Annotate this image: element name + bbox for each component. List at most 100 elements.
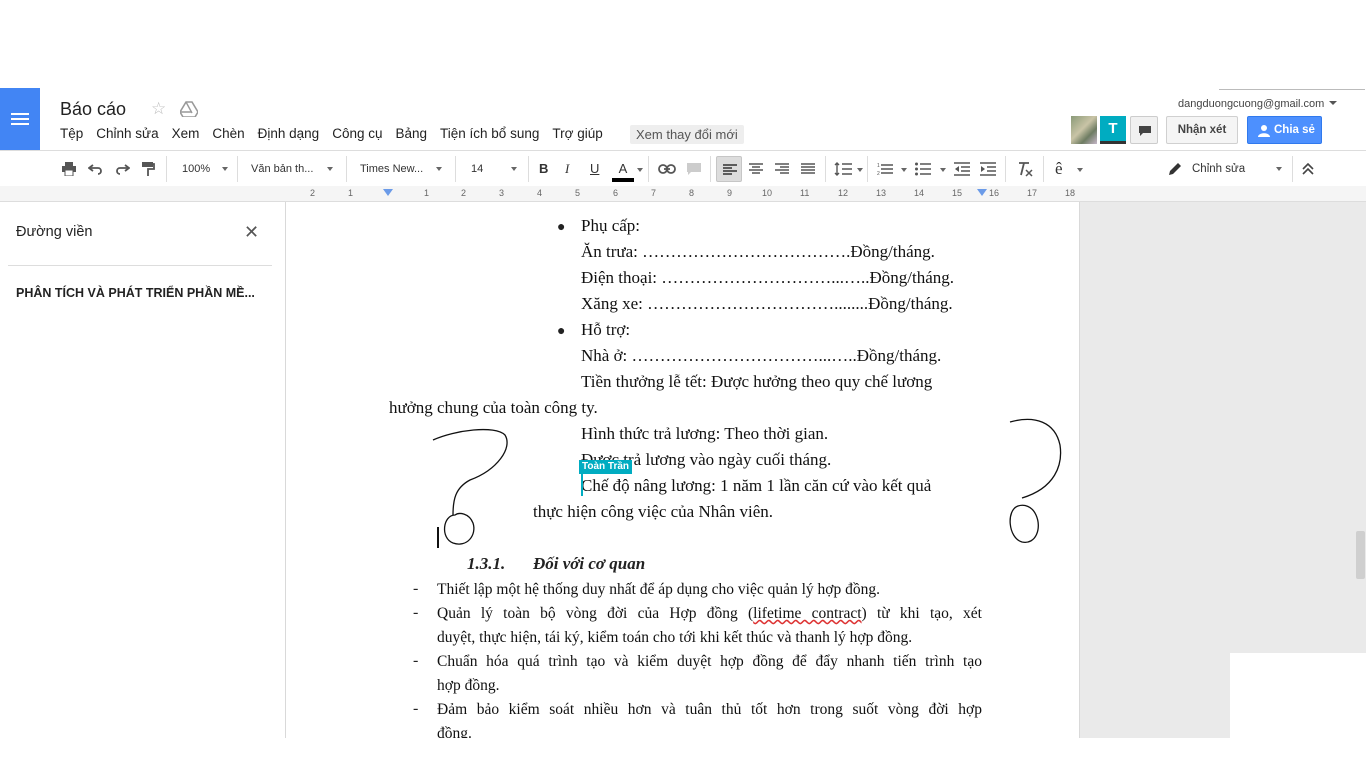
scrollbar-thumb[interactable] xyxy=(1356,531,1365,579)
viewer-avatar[interactable] xyxy=(1071,116,1097,144)
drawn-question-mark xyxy=(432,428,508,545)
doc-list-item: hợp đồng. xyxy=(437,677,500,694)
align-center-icon[interactable] xyxy=(749,159,763,179)
menu-edit[interactable]: Chỉnh sửa xyxy=(96,126,158,141)
chevron-down-icon xyxy=(1276,167,1282,171)
chevron-down-icon xyxy=(436,167,442,171)
toolbar-separator xyxy=(648,156,649,182)
comment-icon xyxy=(1139,126,1151,136)
numbered-list-icon[interactable]: 12 xyxy=(877,159,893,179)
menu-table[interactable]: Bảng xyxy=(396,126,428,141)
input-tools-button[interactable]: ê xyxy=(1055,159,1063,179)
chevron-down-icon[interactable] xyxy=(637,168,643,172)
ruler-left-indent-marker[interactable] xyxy=(383,189,393,196)
italic-button[interactable]: I xyxy=(565,159,569,179)
zoom-select[interactable]: 100% xyxy=(182,159,228,179)
star-icon[interactable]: ☆ xyxy=(151,99,166,119)
print-icon[interactable] xyxy=(62,159,76,179)
toolbar-separator xyxy=(237,156,238,182)
font-family-value: Times New... xyxy=(360,163,424,175)
link-icon[interactable] xyxy=(658,159,676,179)
bulleted-list-icon[interactable] xyxy=(915,159,931,179)
dash-marker: - xyxy=(413,604,419,621)
toolbar-separator xyxy=(867,156,868,182)
menu-view[interactable]: Xem xyxy=(172,126,200,141)
document-title[interactable]: Báo cáo xyxy=(60,99,126,120)
ruler-tick: 11 xyxy=(800,188,810,198)
docs-home-logo[interactable] xyxy=(0,88,40,150)
account-email[interactable]: dangduongcuong@gmail.com xyxy=(1178,98,1324,110)
drive-move-icon[interactable] xyxy=(179,101,199,122)
see-new-changes-link[interactable]: Xem thay đổi mới xyxy=(630,125,744,144)
bold-button[interactable]: B xyxy=(539,159,548,179)
align-justify-icon[interactable] xyxy=(801,159,815,179)
chevron-down-icon[interactable] xyxy=(857,168,863,172)
ruler-tick: 12 xyxy=(838,188,849,198)
doc-paragraph: Xăng xe: ……………………………........Đồng/tháng. xyxy=(581,294,953,313)
toolbar-separator xyxy=(1292,156,1293,182)
underline-button[interactable]: U xyxy=(590,159,599,179)
font-family-select[interactable]: Times New... xyxy=(360,159,442,179)
redo-icon[interactable] xyxy=(114,159,131,179)
collaborator-cursor xyxy=(581,474,583,496)
ruler-tick: 16 xyxy=(989,188,1000,198)
section-number: 1.3.1. xyxy=(467,554,506,573)
toolbar-separator xyxy=(346,156,347,182)
section-heading: Đối với cơ quan xyxy=(533,554,646,573)
doc-paragraph: Chế độ nâng lương: 1 năm 1 lần căn cứ và… xyxy=(581,476,932,495)
doc-paragraph: Điện thoại: …………………………...…..Đồng/tháng. xyxy=(581,268,955,287)
doc-list-item: duyệt, thực hiện, tái ký, kiểm toán cho … xyxy=(437,629,913,646)
dash-marker: - xyxy=(413,700,419,717)
spellcheck-word[interactable]: lifetime contract xyxy=(753,605,861,622)
toolbar-separator xyxy=(166,156,167,182)
menu-help[interactable]: Trợ giúp xyxy=(552,126,602,141)
bullet-marker: ● xyxy=(557,322,566,338)
toolbar-separator xyxy=(528,156,529,182)
clear-formatting-icon[interactable] xyxy=(1017,159,1033,179)
menu-insert[interactable]: Chèn xyxy=(212,126,244,141)
decrease-indent-icon[interactable] xyxy=(954,159,970,179)
ruler-tick: 6 xyxy=(613,188,619,198)
align-left-button[interactable] xyxy=(716,156,742,182)
ruler-tick: 7 xyxy=(651,188,657,198)
document-icon xyxy=(11,113,29,128)
ruler-right-indent-marker[interactable] xyxy=(977,189,987,196)
chevron-down-icon[interactable] xyxy=(940,168,946,172)
close-icon[interactable]: ✕ xyxy=(244,222,259,243)
paragraph-style-select[interactable]: Văn bản th... xyxy=(251,159,333,179)
menu-bar: Tệp Chỉnh sửa Xem Chèn Định dạng Công cụ… xyxy=(60,126,616,141)
menu-format[interactable]: Định dạng xyxy=(258,126,320,141)
toolbar-separator xyxy=(710,156,711,182)
outline-title: Đường viền xyxy=(16,224,93,240)
menu-addons[interactable]: Tiện ích bổ sung xyxy=(440,126,539,141)
toolbar-separator xyxy=(455,156,456,182)
align-right-icon[interactable] xyxy=(775,159,789,179)
ruler[interactable]: 2 1 1 2 3 4 5 6 7 8 9 10 11 12 13 14 15 … xyxy=(0,186,1366,202)
insert-comment-icon[interactable] xyxy=(686,159,702,179)
paint-format-icon[interactable] xyxy=(141,159,155,179)
collapse-menus-icon[interactable] xyxy=(1302,159,1314,179)
line-spacing-icon[interactable] xyxy=(834,159,852,179)
font-size-select[interactable]: 14 xyxy=(471,159,517,179)
ruler-tick: 2 xyxy=(461,188,467,198)
editing-mode-select[interactable]: Chỉnh sửa xyxy=(1168,159,1282,179)
comment-button[interactable]: Nhận xét xyxy=(1166,116,1238,144)
toolbar-separator xyxy=(1005,156,1006,182)
share-button[interactable]: Chia sẻ xyxy=(1247,116,1322,144)
outline-heading-item[interactable]: PHÂN TÍCH VÀ PHÁT TRIỂN PHẦN MỀ... xyxy=(16,286,255,300)
comments-button[interactable] xyxy=(1130,116,1158,144)
account-caret-icon[interactable] xyxy=(1329,101,1337,105)
ruler-tick: 13 xyxy=(876,188,887,198)
doc-list-item: Chuẩn hóa quá trình tạo và kiểm duyệt hợ… xyxy=(437,653,982,670)
undo-icon[interactable] xyxy=(87,159,104,179)
chevron-down-icon[interactable] xyxy=(1077,168,1083,172)
doc-paragraph: Ăn trưa: ……………………………….Đồng/tháng. xyxy=(581,242,935,261)
menu-tools[interactable]: Công cụ xyxy=(332,126,382,141)
ruler-tick: 2 xyxy=(310,188,316,198)
chevron-down-icon[interactable] xyxy=(901,168,907,172)
doc-paragraph: Phụ cấp: xyxy=(581,216,641,235)
text-color-button[interactable]: A xyxy=(612,159,634,182)
collaborator-avatar[interactable]: T xyxy=(1100,116,1126,144)
menu-file[interactable]: Tệp xyxy=(60,126,83,141)
increase-indent-icon[interactable] xyxy=(980,159,996,179)
